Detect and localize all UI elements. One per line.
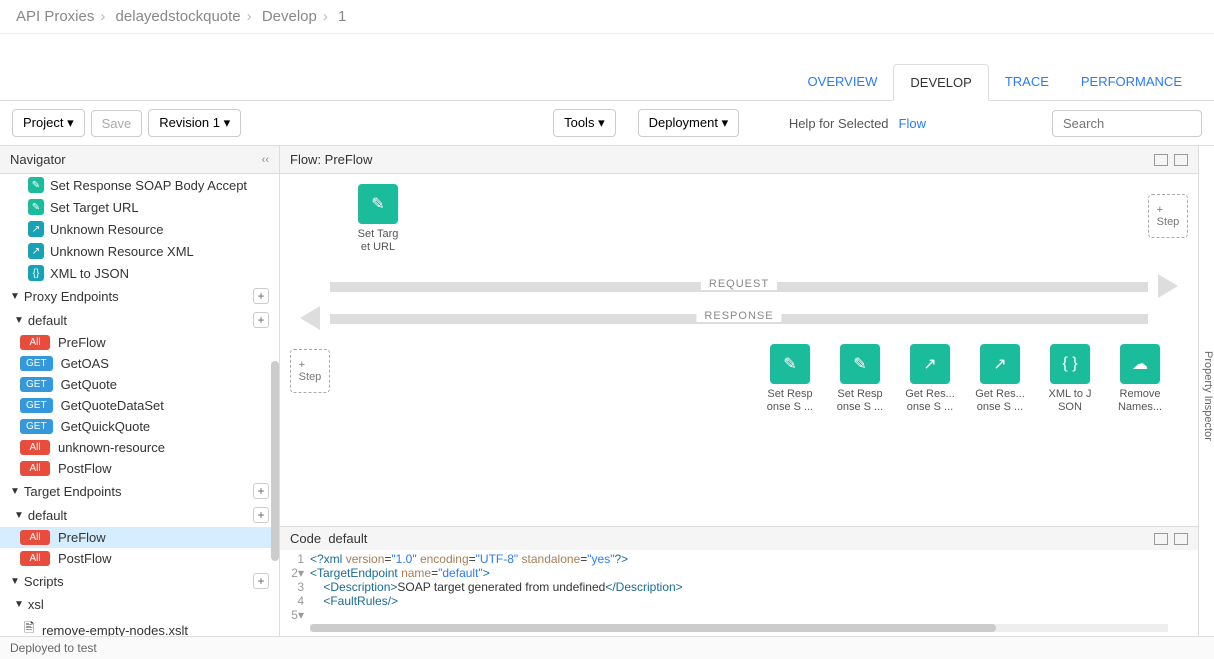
method-badge: GET	[20, 377, 53, 392]
add-proxy-flow[interactable]: +	[253, 312, 269, 328]
assign-icon: ✎	[28, 199, 44, 215]
assign-icon: ✎	[358, 184, 398, 224]
breadcrumb: API Proxies› delayedstockquote› Develop›…	[0, 0, 1214, 34]
policy-icon: ↗	[980, 344, 1020, 384]
tab-performance[interactable]: PERFORMANCE	[1065, 64, 1198, 100]
code-horizontal-scrollbar[interactable]	[310, 624, 1168, 632]
toolbar: Project ▾ Save Revision 1 ▾ Tools ▾ Depl…	[0, 101, 1214, 146]
deployment-dropdown[interactable]: Deployment ▾	[638, 109, 740, 137]
policy-icon: { }	[1050, 344, 1090, 384]
status-bar: Deployed to test	[0, 636, 1214, 659]
response-step[interactable]: ↗Get Res... onse S ...	[972, 344, 1028, 414]
add-request-step[interactable]: +Step	[1148, 194, 1188, 238]
policy-item[interactable]: ✎Set Response SOAP Body Accept	[0, 174, 279, 196]
save-button[interactable]: Save	[91, 110, 143, 137]
raise-fault-icon: ↗	[28, 243, 44, 259]
method-badge: All	[20, 551, 50, 566]
proxy-default[interactable]: ▼default+	[0, 308, 279, 332]
assign-icon: ✎	[28, 177, 44, 193]
property-inspector-panel[interactable]: Property Inspector	[1198, 146, 1214, 636]
flow-canvas: ✎ Set Targ et URL +Step REQUEST RESPONSE…	[280, 174, 1198, 526]
view-split-icon[interactable]	[1154, 154, 1168, 166]
code-editor[interactable]: 12▾345▾ <?xml version="1.0" encoding="UT…	[280, 550, 1198, 624]
method-badge: All	[20, 461, 50, 476]
navigator-tree: ✎Set Response SOAP Body Accept ✎Set Targ…	[0, 174, 279, 636]
policy-icon: ☁	[1120, 344, 1160, 384]
policy-icon: ✎	[840, 344, 880, 384]
scripts-section[interactable]: ▼Scripts+	[0, 569, 279, 593]
script-file[interactable]: 🖹remove-empty-nodes.xslt	[0, 616, 279, 636]
code-file-name: default	[328, 531, 367, 546]
method-badge: All	[20, 530, 50, 545]
response-step[interactable]: ✎Set Resp onse S ...	[832, 344, 888, 414]
policy-item[interactable]: ↗Unknown Resource XML	[0, 240, 279, 262]
tab-develop[interactable]: DEVELOP	[893, 64, 988, 101]
proxy-flow-item[interactable]: AllPreFlow	[0, 332, 279, 353]
proxy-flow-item[interactable]: GETGetOAS	[0, 353, 279, 374]
request-step[interactable]: ✎ Set Targ et URL	[350, 184, 406, 254]
target-default[interactable]: ▼default+	[0, 503, 279, 527]
method-badge: All	[20, 335, 50, 350]
add-response-step[interactable]: +Step	[290, 349, 330, 393]
search-input[interactable]	[1052, 110, 1202, 137]
view-max-icon[interactable]	[1174, 154, 1188, 166]
tab-overview[interactable]: OVERVIEW	[792, 64, 894, 100]
proxy-flow-item[interactable]: GETGetQuote	[0, 374, 279, 395]
method-badge: GET	[20, 356, 53, 371]
sidebar-scrollbar[interactable]	[271, 361, 279, 561]
target-flow-item[interactable]: AllPostFlow	[0, 548, 279, 569]
tools-dropdown[interactable]: Tools ▾	[553, 109, 616, 137]
code-view-split-icon[interactable]	[1154, 533, 1168, 545]
file-icon: 🖹	[24, 619, 36, 636]
proxy-flow-item[interactable]: AllPostFlow	[0, 458, 279, 479]
navigator-panel: Navigator ‹‹ ✎Set Response SOAP Body Acc…	[0, 146, 280, 636]
policy-item[interactable]: ✎Set Target URL	[0, 196, 279, 218]
code-panel: Code default 12▾345▾ <?xml version="1.0"…	[280, 526, 1198, 636]
add-script[interactable]: +	[253, 573, 269, 589]
add-proxy-endpoint[interactable]: +	[253, 288, 269, 304]
proxy-flow-item[interactable]: GETGetQuoteDataSet	[0, 395, 279, 416]
response-arrow-icon	[300, 306, 320, 330]
method-badge: GET	[20, 398, 53, 413]
code-view-max-icon[interactable]	[1174, 533, 1188, 545]
tab-bar: OVERVIEW DEVELOP TRACE PERFORMANCE	[0, 64, 1214, 101]
policy-icon: ✎	[770, 344, 810, 384]
response-step[interactable]: ✎Set Resp onse S ...	[762, 344, 818, 414]
request-arrow-icon	[1158, 274, 1178, 298]
xml-json-icon: {}	[28, 265, 44, 281]
response-step[interactable]: { }XML to J SON	[1042, 344, 1098, 414]
policy-item[interactable]: {}XML to JSON	[0, 262, 279, 284]
xsl-folder[interactable]: ▼xsl	[0, 593, 279, 616]
proxy-endpoints-section[interactable]: ▼Proxy Endpoints+	[0, 284, 279, 308]
method-badge: All	[20, 440, 50, 455]
response-label: RESPONSE	[696, 310, 781, 322]
add-target-flow[interactable]: +	[253, 507, 269, 523]
target-flow-item[interactable]: AllPreFlow	[0, 527, 279, 548]
navigator-title: Navigator	[10, 152, 66, 167]
add-target-endpoint[interactable]: +	[253, 483, 269, 499]
response-step[interactable]: ↗Get Res... onse S ...	[902, 344, 958, 414]
method-badge: GET	[20, 419, 53, 434]
proxy-flow-item[interactable]: Allunknown-resource	[0, 437, 279, 458]
help-label: Help for Selected	[789, 116, 889, 131]
proxy-flow-item[interactable]: GETGetQuickQuote	[0, 416, 279, 437]
flow-title: Flow: PreFlow	[290, 152, 372, 167]
raise-fault-icon: ↗	[28, 221, 44, 237]
code-label: Code	[290, 531, 321, 546]
response-step[interactable]: ☁Remove Names...	[1112, 344, 1168, 414]
target-endpoints-section[interactable]: ▼Target Endpoints+	[0, 479, 279, 503]
help-link[interactable]: Flow	[899, 116, 926, 131]
policy-item[interactable]: ↗Unknown Resource	[0, 218, 279, 240]
policy-icon: ↗	[910, 344, 950, 384]
tab-trace[interactable]: TRACE	[989, 64, 1065, 100]
revision-dropdown[interactable]: Revision 1 ▾	[148, 109, 241, 137]
collapse-navigator-icon[interactable]: ‹‹	[262, 154, 269, 166]
request-label: REQUEST	[701, 278, 777, 290]
project-dropdown[interactable]: Project ▾	[12, 109, 85, 137]
